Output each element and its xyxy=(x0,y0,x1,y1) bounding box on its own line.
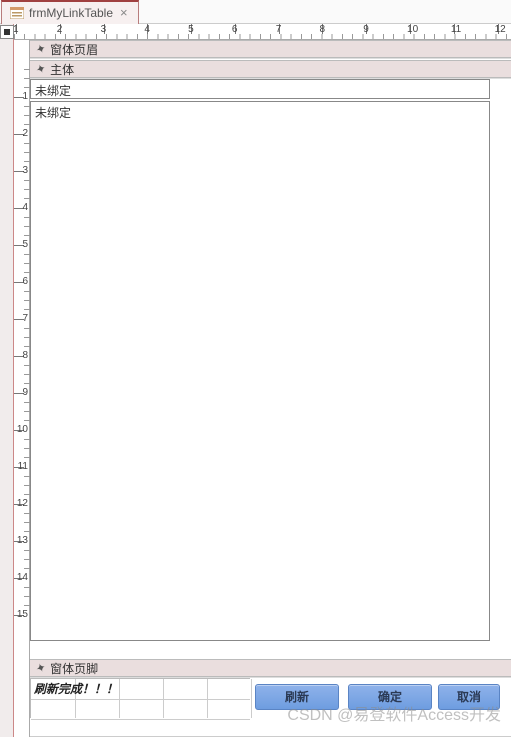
ok-button[interactable]: 确定 xyxy=(348,684,432,710)
selector-column xyxy=(0,24,14,737)
section-expand-icon: ✦ xyxy=(34,660,48,677)
footer-section[interactable]: 刷新完成！！！ 刷新 确定 取消 xyxy=(30,677,511,737)
header-section[interactable] xyxy=(30,58,511,60)
vertical-ruler[interactable]: 123456789101112131415 xyxy=(14,40,30,737)
form-designer: 1 2 3 4 5 6 7 8 9 10 11 12 13 1234567891… xyxy=(0,24,511,737)
section-bar-header[interactable]: ✦ 窗体页眉 xyxy=(30,40,511,58)
form-selector[interactable] xyxy=(0,25,14,39)
section-footer-label: 窗体页脚 xyxy=(50,660,98,677)
section-expand-icon: ✦ xyxy=(34,41,48,58)
cancel-button[interactable]: 取消 xyxy=(438,684,500,710)
form-icon xyxy=(10,7,24,19)
section-bar-footer[interactable]: ✦ 窗体页脚 xyxy=(30,659,511,677)
section-bar-detail[interactable]: ✦ 主体 xyxy=(30,60,511,78)
section-detail-label: 主体 xyxy=(50,61,74,78)
tab-frmmylinktable[interactable]: frmMyLinkTable × xyxy=(1,0,139,24)
section-expand-icon: ✦ xyxy=(34,61,48,78)
textbox-unbound-2[interactable]: 未绑定 xyxy=(30,101,490,641)
textbox-unbound-1[interactable]: 未绑定 xyxy=(30,79,490,99)
tab-row: frmMyLinkTable × xyxy=(0,0,511,24)
detail-section[interactable]: 未绑定 未绑定 xyxy=(30,78,511,659)
design-surface: ✦ 窗体页眉 ✦ 主体 未绑定 未绑定 ✦ xyxy=(30,40,511,737)
close-icon[interactable]: × xyxy=(118,5,130,20)
status-label: 刷新完成！！！ xyxy=(34,680,118,697)
refresh-button[interactable]: 刷新 xyxy=(255,684,339,710)
section-header-label: 窗体页眉 xyxy=(50,41,98,58)
horizontal-ruler[interactable]: 1 2 3 4 5 6 7 8 9 10 11 12 13 xyxy=(14,24,511,40)
tab-label: frmMyLinkTable xyxy=(29,6,113,20)
